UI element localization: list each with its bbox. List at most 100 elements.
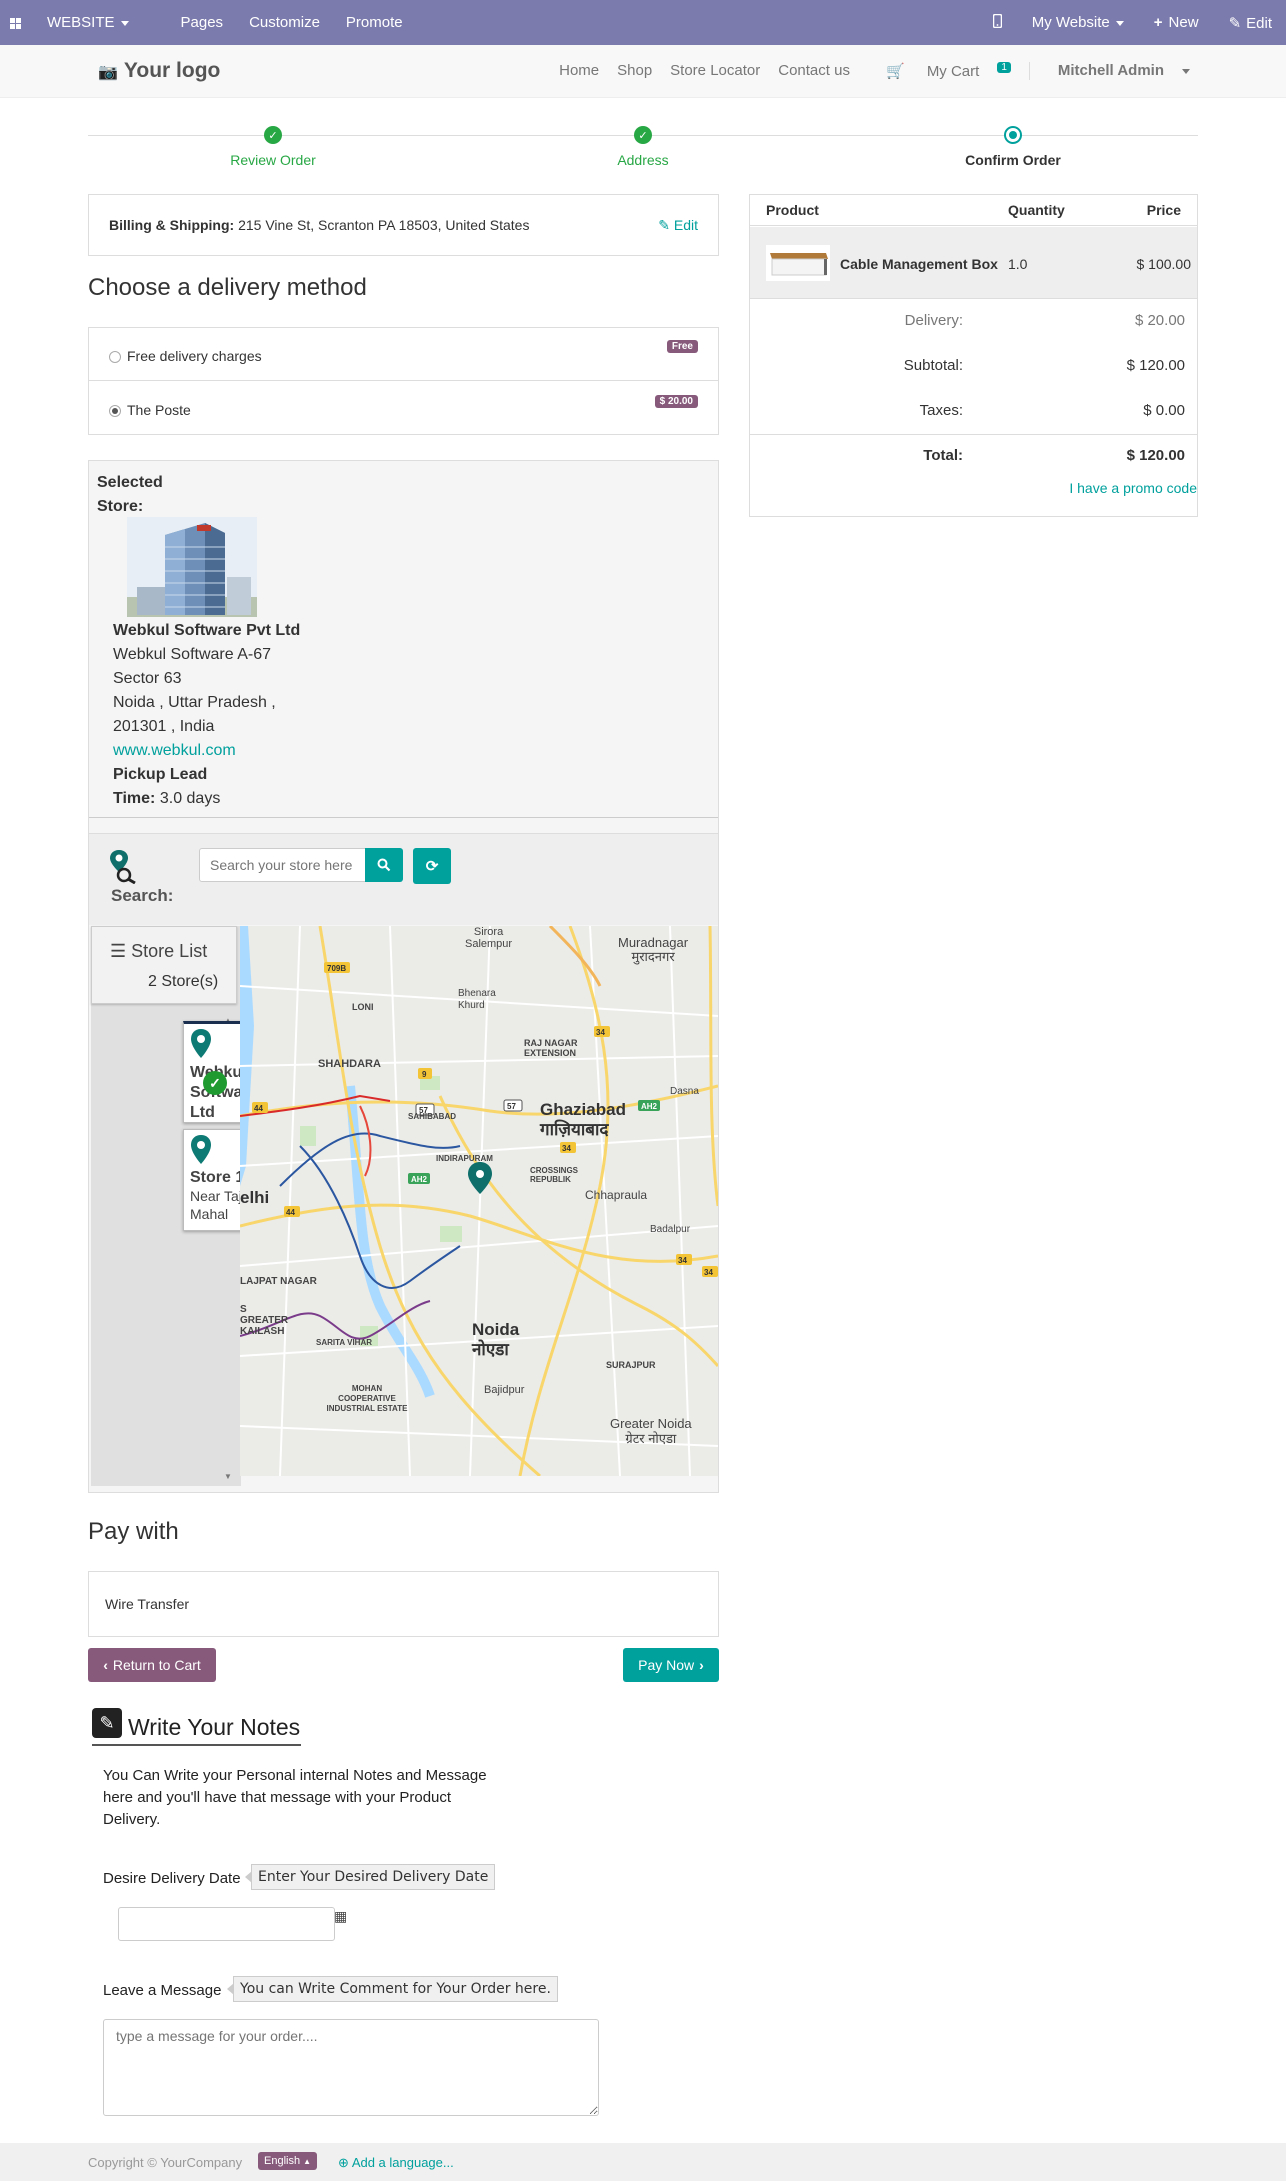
store-search-bar: Search: ⟳	[89, 833, 718, 925]
edit-button[interactable]: ✎ Edit	[1229, 14, 1272, 32]
check-icon: ✓	[264, 126, 282, 144]
nav-home[interactable]: Home	[559, 62, 599, 80]
delivery-option-poste[interactable]: The Poste $ 20.00	[89, 382, 718, 435]
list-icon: ☰	[110, 941, 127, 961]
map-label: MOHAN COOPERATIVE INDUSTRIAL ESTATE	[326, 1384, 408, 1413]
delivery-radio-poste[interactable]	[109, 405, 121, 418]
chevron-right-icon: ›	[699, 1657, 704, 1673]
delivery-radio-free[interactable]	[109, 351, 121, 364]
store-name: Webkul Software Pvt Ltd	[113, 622, 301, 639]
scroll-down-arrow-icon: ▼	[224, 1472, 232, 1481]
search-label: Search:	[111, 886, 174, 905]
search-icon	[377, 858, 391, 872]
step-confirm-order: Confirm Order	[913, 126, 1113, 168]
main-nav: Home Shop Store Locator Contact us 🛒 My …	[541, 62, 1190, 80]
map-label: SHAHDARA	[318, 1058, 381, 1070]
promote-menu[interactable]: Promote	[346, 14, 403, 31]
selected-store-details: Webkul Software Pvt Ltd Webkul Software …	[113, 619, 300, 811]
site-header: 📷 Your logo Home Shop Store Locator Conta…	[0, 45, 1286, 98]
step-address[interactable]: ✓ Address	[543, 126, 743, 168]
mobile-icon	[992, 13, 1002, 28]
edit-address-link[interactable]: ✎ Edit	[658, 217, 698, 234]
store-reset-button[interactable]: ⟳	[413, 848, 451, 884]
store-search-icon	[110, 850, 136, 884]
delivery-date-label: Desire Delivery Date	[103, 1870, 241, 1887]
order-message-textarea[interactable]	[103, 2019, 599, 2116]
mobile-preview-button[interactable]	[992, 13, 1002, 32]
chevron-left-icon: ‹	[103, 1657, 108, 1673]
delivery-method-heading: Choose a delivery method	[88, 274, 367, 301]
map-label: SARITA VIHAR	[316, 1338, 372, 1347]
delivery-option-free[interactable]: Free delivery charges Free	[89, 328, 718, 381]
calendar-icon[interactable]: ▦	[334, 1908, 347, 1925]
product-quantity: 1.0	[1008, 256, 1028, 272]
map-label: Noida नोएडा	[472, 1320, 520, 1359]
map-label: LAJPAT NAGAR	[240, 1276, 317, 1287]
delivery-date-tooltip: Enter Your Desired Delivery Date	[244, 1864, 496, 1890]
chevron-down-icon	[1115, 20, 1124, 26]
pencil-square-icon: ✎	[92, 1708, 122, 1738]
cart-icon: 🛒	[885, 63, 905, 80]
cart-count-badge: 1	[997, 62, 1011, 73]
pay-now-button[interactable]: Pay Now ›	[623, 1648, 719, 1682]
store-search-button[interactable]	[365, 848, 403, 882]
map-label: LONI	[352, 1002, 374, 1012]
divider	[89, 817, 718, 818]
product-price: $ 100.00	[1136, 256, 1192, 272]
delivery-options: Free delivery charges Free The Poste $ 2…	[88, 327, 719, 435]
nav-store-locator[interactable]: Store Locator	[670, 62, 760, 80]
order-table-header: Product Quantity Price	[750, 195, 1197, 226]
payment-method-option[interactable]: Wire Transfer	[88, 1571, 719, 1637]
store-search-input[interactable]	[199, 848, 366, 882]
map-label: Dasna	[670, 1086, 699, 1097]
nav-contact-us[interactable]: Contact us	[778, 62, 850, 80]
language-selector[interactable]: English ▲	[258, 2152, 318, 2170]
billing-shipping-panel: Billing & Shipping: 215 Vine St, Scranto…	[88, 194, 719, 256]
divider	[750, 434, 1197, 435]
notes-heading: ✎ Write Your Notes	[92, 1708, 301, 1746]
map-label: Bajidpur	[484, 1384, 525, 1396]
step-review-order[interactable]: ✓ Review Order	[173, 126, 373, 168]
chevron-down-icon	[1182, 68, 1190, 74]
user-menu[interactable]: Mitchell Admin	[1028, 62, 1190, 80]
notes-description: You Can Write your Personal internal Not…	[103, 1767, 487, 1828]
checkout-progress: ✓ Review Order ✓ Address Confirm Order	[88, 122, 1198, 182]
order-summary: Product Quantity Price Cable Management …	[749, 194, 1198, 517]
refresh-icon: ⟳	[425, 858, 439, 875]
website-menu[interactable]: WEBSITE	[10, 14, 155, 31]
payment-method-name: Wire Transfer	[105, 1596, 190, 1612]
product-image	[766, 245, 830, 281]
map-label: Chhapraula	[585, 1188, 648, 1202]
footer: Copyright © YourCompany English ▲ ⊕ Add …	[0, 2143, 1286, 2181]
store-locator-block: Selected Store: Webkul Software Pvt Ltd …	[88, 460, 719, 1493]
map-label: Sirora Salempur	[465, 926, 513, 950]
delivery-date-input[interactable]	[118, 1907, 335, 1941]
map-label: S GREATER KAILASH	[240, 1304, 289, 1337]
caret-up-icon: ▲	[303, 2157, 312, 2166]
store-website-link[interactable]: www.webkul.com	[113, 739, 300, 763]
map-label: INDIRAPURAM	[436, 1154, 493, 1163]
store-map[interactable]: 709B 9 44 44 34 34 34 34 AH2 AH2 57 57 S…	[240, 926, 718, 1476]
customize-menu[interactable]: Customize	[249, 14, 320, 31]
pay-with-heading: Pay with	[88, 1518, 179, 1545]
map-pin-icon	[191, 1135, 211, 1164]
apps-icon	[10, 17, 21, 29]
chevron-down-icon	[120, 20, 129, 26]
site-logo[interactable]: 📷 Your logo	[98, 59, 220, 83]
copyright: Copyright © YourCompany	[88, 2155, 243, 2170]
nav-shop[interactable]: Shop	[617, 62, 652, 80]
pages-menu[interactable]: Pages	[181, 14, 224, 31]
map-label: SURAJPUR	[606, 1360, 656, 1370]
billing-address: 215 Vine St, Scranton PA 18503, United S…	[238, 217, 530, 233]
product-name[interactable]: Cable Management Box	[840, 256, 998, 272]
map-label: Bhenara Khurd	[458, 988, 496, 1011]
promo-code-link[interactable]: I have a promo code	[1069, 480, 1197, 496]
map-labels: Sirora Salempur Muradnagar मुरादनगर LONI B…	[240, 926, 718, 1476]
new-button[interactable]: + New	[1154, 14, 1199, 31]
check-icon: ✓	[634, 126, 652, 144]
add-language-link[interactable]: ⊕ Add a language...	[338, 2155, 454, 2171]
return-to-cart-button[interactable]: ‹ Return to Cart	[88, 1648, 216, 1682]
current-step-icon	[1004, 126, 1022, 144]
nav-my-cart[interactable]: 🛒 My Cart 1	[868, 62, 1011, 80]
my-website-menu[interactable]: My Website	[1032, 14, 1124, 31]
